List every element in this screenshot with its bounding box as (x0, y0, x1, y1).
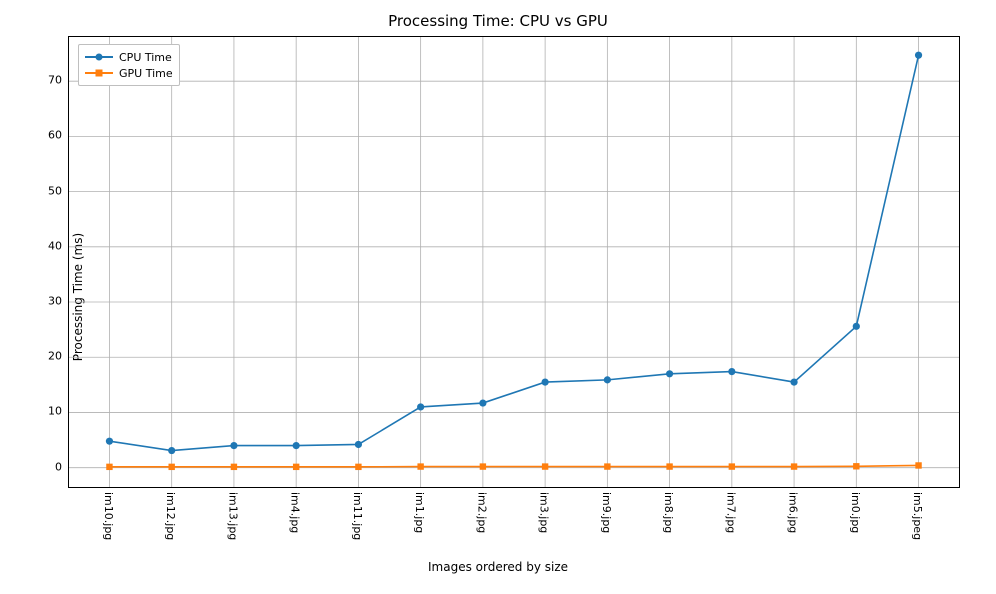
marker-gpu-time (106, 464, 112, 470)
y-tick-label: 0 (6, 460, 62, 473)
marker-gpu-time (853, 463, 859, 469)
chart-legend: CPU Time GPU Time (78, 44, 180, 86)
legend-entry-cpu: CPU Time (85, 49, 173, 65)
x-tick-label: im4.jpg (289, 492, 302, 533)
x-tick-label: im7.jpg (724, 492, 737, 533)
y-tick-label: 60 (6, 129, 62, 142)
marker-cpu-time (666, 370, 673, 377)
x-tick-label: im3.jpg (538, 492, 551, 533)
legend-entry-gpu: GPU Time (85, 65, 173, 81)
x-tick-label: im1.jpg (413, 492, 426, 533)
marker-gpu-time (168, 464, 174, 470)
y-tick-label: 30 (6, 295, 62, 308)
marker-cpu-time (355, 441, 362, 448)
chart-grid (69, 37, 959, 487)
legend-label-cpu: CPU Time (119, 51, 172, 64)
chart-title: Processing Time: CPU vs GPU (0, 12, 996, 30)
marker-cpu-time (293, 442, 300, 449)
y-tick-label: 70 (6, 74, 62, 87)
legend-marker-gpu (85, 67, 113, 79)
marker-cpu-time (604, 376, 611, 383)
marker-cpu-time (168, 447, 175, 454)
marker-gpu-time (293, 464, 299, 470)
marker-gpu-time (666, 463, 672, 469)
marker-gpu-time (604, 463, 610, 469)
marker-cpu-time (542, 378, 549, 385)
y-tick-label: 10 (6, 405, 62, 418)
marker-gpu-time (480, 463, 486, 469)
marker-gpu-time (915, 462, 921, 468)
x-axis-label: Images ordered by size (0, 560, 996, 574)
marker-gpu-time (542, 463, 548, 469)
y-tick-label: 40 (6, 239, 62, 252)
x-tick-label: im12.jpg (164, 492, 177, 540)
figure: Processing Time: CPU vs GPU Processing T… (0, 0, 996, 594)
marker-cpu-time (417, 403, 424, 410)
x-tick-label: im10.jpg (102, 492, 115, 540)
y-tick-label: 20 (6, 350, 62, 363)
y-tick-label: 50 (6, 184, 62, 197)
marker-cpu-time (790, 378, 797, 385)
marker-cpu-time (728, 368, 735, 375)
marker-gpu-time (231, 464, 237, 470)
marker-gpu-time (729, 463, 735, 469)
marker-gpu-time (417, 463, 423, 469)
chart-series (106, 52, 922, 470)
marker-cpu-time (853, 323, 860, 330)
x-tick-label: im0.jpg (849, 492, 862, 533)
x-tick-label: im8.jpg (662, 492, 675, 533)
marker-gpu-time (791, 463, 797, 469)
x-tick-label: im5.jpeg (911, 492, 924, 540)
marker-cpu-time (479, 399, 486, 406)
chart-svg (69, 37, 959, 487)
marker-cpu-time (915, 52, 922, 59)
line-cpu-time (109, 55, 918, 450)
marker-cpu-time (106, 438, 113, 445)
legend-label-gpu: GPU Time (119, 67, 173, 80)
chart-plot-area (68, 36, 960, 488)
marker-gpu-time (355, 464, 361, 470)
x-tick-label: im2.jpg (475, 492, 488, 533)
x-tick-label: im9.jpg (600, 492, 613, 533)
x-tick-label: im11.jpg (351, 492, 364, 540)
x-tick-label: im13.jpg (226, 492, 239, 540)
x-tick-label: im6.jpg (787, 492, 800, 533)
marker-cpu-time (230, 442, 237, 449)
legend-marker-cpu (85, 51, 113, 63)
